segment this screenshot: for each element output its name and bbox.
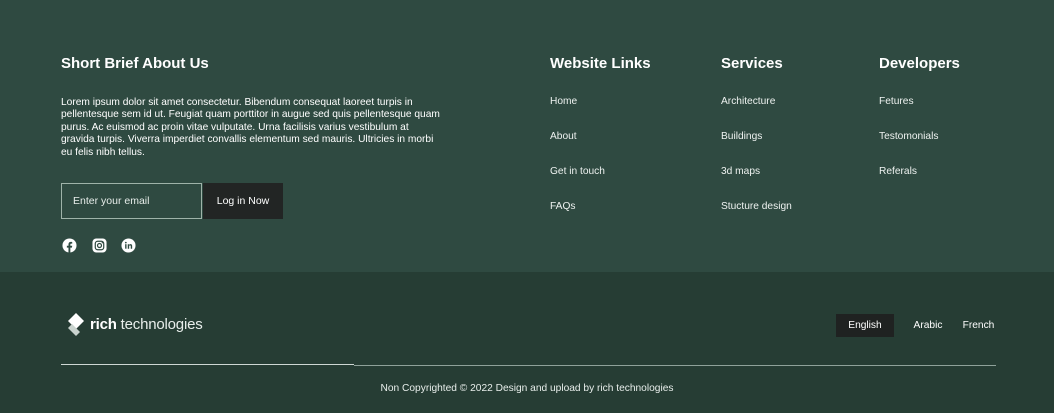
link-features[interactable]: Fetures <box>879 96 914 107</box>
divider <box>354 365 996 366</box>
email-input[interactable] <box>62 184 201 218</box>
link-3d-maps[interactable]: 3d maps <box>721 166 760 177</box>
logo-mark-icon <box>68 313 84 336</box>
divider <box>61 364 354 365</box>
services-title: Services <box>721 55 783 72</box>
brand-logo[interactable]: rich technologies <box>66 312 203 336</box>
linkedin-icon[interactable] <box>121 238 136 253</box>
link-get-in-touch[interactable]: Get in touch <box>550 166 605 177</box>
link-about[interactable]: About <box>550 131 577 142</box>
link-referrals[interactable]: Referals <box>879 166 917 177</box>
link-faqs[interactable]: FAQs <box>550 201 575 212</box>
language-arabic[interactable]: Arabic <box>910 314 946 337</box>
link-testimonials[interactable]: Testomonials <box>879 131 938 142</box>
instagram-icon[interactable] <box>92 238 107 253</box>
website-links-title: Website Links <box>550 55 651 72</box>
link-architecture[interactable]: Architecture <box>721 96 775 107</box>
language-english[interactable]: English <box>836 314 894 337</box>
about-text: Lorem ipsum dolor sit amet consectetur. … <box>61 97 440 158</box>
language-french[interactable]: French <box>960 314 997 337</box>
developers-title: Developers <box>879 55 960 72</box>
brand-name: rich technologies <box>90 315 203 333</box>
link-home[interactable]: Home <box>550 96 577 107</box>
facebook-icon[interactable] <box>62 238 77 253</box>
email-field-wrapper <box>61 183 202 219</box>
copyright-text: Non Copyrighted © 2022 Design and upload… <box>380 383 674 394</box>
login-button[interactable]: Log in Now <box>203 183 283 219</box>
about-title: Short Brief About Us <box>61 55 209 72</box>
link-structure-design[interactable]: Stucture design <box>721 201 792 212</box>
link-buildings[interactable]: Buildings <box>721 131 762 142</box>
